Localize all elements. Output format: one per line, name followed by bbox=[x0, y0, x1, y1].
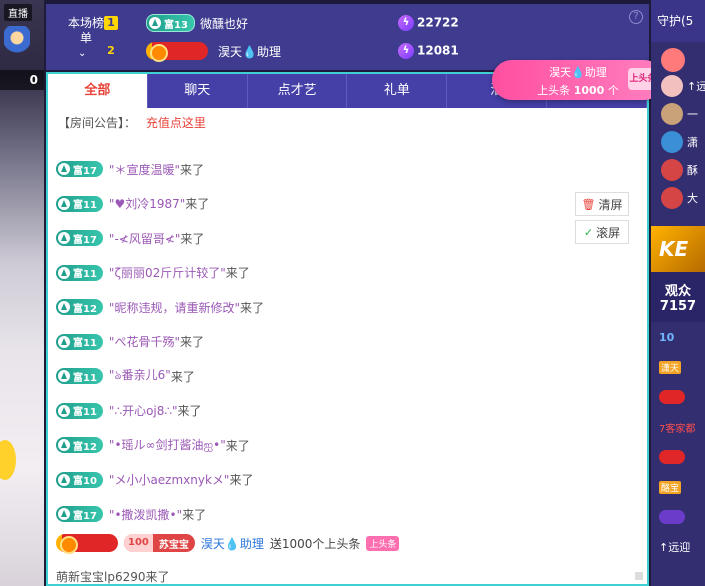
list-item: 富10 "メ小小aezmxnykメ" 来了 bbox=[48, 463, 647, 498]
leaderboard-label: 本场榜单 bbox=[68, 16, 105, 45]
chat-panel: 全部 聊天 点才艺 礼单 活 【房间公告】： 充值点这里 富17 "＊宣度温暖"… bbox=[46, 72, 649, 586]
scrollbar[interactable] bbox=[635, 572, 643, 580]
audience-row[interactable] bbox=[651, 442, 705, 472]
leader-value-2: ϟ 12081 bbox=[398, 43, 459, 59]
recharge-link[interactable]: 充值点这里 bbox=[146, 116, 206, 130]
latest-entry: 萌新宝宝lp6290来了 bbox=[56, 570, 170, 584]
user-nick[interactable]: "メ小小aezmxnykメ" bbox=[109, 471, 230, 488]
user-nick[interactable]: "-≮风留哥≮" bbox=[109, 230, 180, 247]
tab-gifts[interactable]: 礼单 bbox=[347, 74, 448, 108]
list-item: 富11 "∴开心oj8∴" 来了 bbox=[48, 394, 647, 429]
guard-row[interactable]: 一 bbox=[651, 100, 705, 128]
rich-badge: 富12 bbox=[56, 299, 103, 316]
user-nick[interactable]: "＊宣度温暖" bbox=[109, 161, 180, 178]
user-nick[interactable]: "•瑶ル∞剑打酱油ஐ•" bbox=[109, 436, 226, 454]
tab-chat[interactable]: 聊天 bbox=[148, 74, 248, 108]
noble-emblem-icon bbox=[56, 534, 118, 554]
guard-avatar[interactable] bbox=[661, 48, 685, 72]
video-preview[interactable]: 直播 0 bbox=[0, 0, 44, 586]
audience-row[interactable]: 10 bbox=[651, 322, 705, 352]
user-nick[interactable]: "ぺ花骨千殇" bbox=[109, 333, 180, 350]
leader-name-1[interactable]: 微醺也好 bbox=[200, 15, 248, 32]
audience-count: 7157 bbox=[659, 299, 697, 314]
rich-badge: 富17 bbox=[56, 506, 103, 523]
fan-badge: 100 苏宝宝 bbox=[124, 534, 195, 552]
gift-text: 送1000个上头条 bbox=[269, 536, 361, 551]
clear-screen-button[interactable]: 🗑 清屏 bbox=[575, 192, 629, 216]
list-item: 富11 "ঌ番亲儿6" 来了 bbox=[48, 359, 647, 394]
headline-gift-icon: 上头条 bbox=[366, 535, 400, 551]
gift-sender[interactable]: 淏天💧助理 bbox=[201, 535, 264, 552]
audience-row[interactable]: 潇天 bbox=[651, 352, 705, 382]
list-item: 富11 "ζ丽丽02斤斤计较了" 来了 bbox=[48, 256, 647, 291]
user-nick[interactable]: "ζ丽丽02斤斤计较了" bbox=[109, 264, 226, 281]
mini-avatar-icon bbox=[4, 26, 30, 60]
audience-row[interactable]: 7客家都 bbox=[651, 412, 705, 442]
list-item: 富11 "♥刘冷1987" 来了 bbox=[48, 187, 647, 222]
announcement-label: 【房间公告】： bbox=[58, 116, 137, 130]
rich-badge: 富11 bbox=[56, 195, 103, 212]
list-item: 富17 "-≮风留哥≮" 来了 bbox=[48, 221, 647, 256]
rich-badge: 富12 bbox=[56, 437, 103, 454]
user-nick[interactable]: "•撒泼凯撒•" bbox=[109, 506, 182, 523]
noble-emblem-icon bbox=[659, 390, 685, 404]
rich-badge: 富10 bbox=[56, 471, 103, 488]
list-item: 富17 "＊宣度温暖" 来了 bbox=[48, 152, 647, 187]
rank-1: 1 bbox=[104, 16, 118, 30]
leader-name-2[interactable]: 淏天💧助理 bbox=[218, 43, 281, 60]
message-list: 富17 "＊宣度温暖" 来了 富11 "♥刘冷1987" 来了 富17 "-≮风留哥… bbox=[48, 152, 647, 532]
bolt-icon: ϟ bbox=[398, 43, 414, 59]
headline-popup[interactable]: 淏天💧助理 上头条 1000 个 上头条 bbox=[492, 60, 664, 100]
promo-banner[interactable]: KE bbox=[651, 226, 705, 272]
gift-message: 100 苏宝宝 淏天💧助理 送1000个上头条 上头条 bbox=[56, 534, 400, 554]
rich-badge: 富11 bbox=[56, 333, 103, 350]
tab-talent[interactable]: 点才艺 bbox=[248, 74, 348, 108]
audience-row[interactable] bbox=[651, 382, 705, 412]
check-circle-icon: ✓ bbox=[583, 225, 594, 239]
list-item: 富17 "•撒泼凯撒•" 来了 bbox=[48, 497, 647, 532]
list-item: 富12 "•瑶ル∞剑打酱油ஐ•" 来了 bbox=[48, 428, 647, 463]
tab-all[interactable]: 全部 bbox=[48, 74, 148, 108]
leader-badge: 富13 bbox=[146, 14, 195, 32]
guard-row[interactable]: 酥 bbox=[651, 156, 705, 184]
right-sidebar: 守护(5 ↑远 一 潇 酥 大 KE 观众 7157 10 潇天 7客家都 酪宝… bbox=[651, 0, 705, 586]
audience-row[interactable] bbox=[651, 502, 705, 532]
audience-header: 观众 7157 bbox=[651, 272, 705, 322]
list-item: 富12 "昵称违规，请重新修改" 来了 bbox=[48, 290, 647, 325]
leader-value-1: ϟ 22722 bbox=[398, 15, 459, 31]
guard-header[interactable]: 守护(5 bbox=[651, 0, 705, 42]
user-nick[interactable]: "∴开心oj8∴" bbox=[109, 402, 178, 419]
coin-icon bbox=[0, 440, 16, 480]
audience-row[interactable]: 酪宝 bbox=[651, 472, 705, 502]
help-icon[interactable]: ? bbox=[629, 10, 643, 24]
viewer-count: 0 bbox=[0, 70, 44, 90]
rich-badge: 富11 bbox=[56, 264, 103, 281]
bolt-icon: ϟ bbox=[398, 15, 414, 31]
noble-emblem-icon bbox=[146, 42, 208, 62]
live-tag: 直播 bbox=[4, 4, 32, 21]
room-announcement: 【房间公告】： 充值点这里 bbox=[48, 108, 647, 137]
guard-row[interactable]: 潇 bbox=[651, 128, 705, 156]
chevron-down-icon[interactable]: ⌄ bbox=[78, 48, 86, 59]
rich-badge: 富17 bbox=[56, 230, 103, 247]
rich-badge: 富11 bbox=[56, 368, 103, 385]
user-nick[interactable]: "ঌ番亲儿6" bbox=[109, 366, 171, 387]
user-nick[interactable]: "♥刘冷1987" bbox=[109, 195, 185, 212]
auto-scroll-button[interactable]: ✓ 滚屏 bbox=[575, 220, 629, 244]
noble-emblem-icon bbox=[659, 450, 685, 464]
user-nick[interactable]: "昵称违规，请重新修改" bbox=[109, 299, 240, 316]
rich-badge: 富11 bbox=[56, 402, 103, 419]
trash-icon: 🗑 bbox=[581, 197, 596, 211]
noble-emblem-icon bbox=[659, 510, 685, 524]
audience-row[interactable]: ↑远迎 bbox=[651, 532, 705, 562]
list-item: 富11 "ぺ花骨千殇" 来了 bbox=[48, 325, 647, 360]
guard-row[interactable]: ↑远 bbox=[651, 72, 705, 100]
rich-badge: 富17 bbox=[56, 161, 103, 178]
rank-2: 2 bbox=[107, 44, 115, 57]
guard-row[interactable]: 大 bbox=[651, 184, 705, 212]
